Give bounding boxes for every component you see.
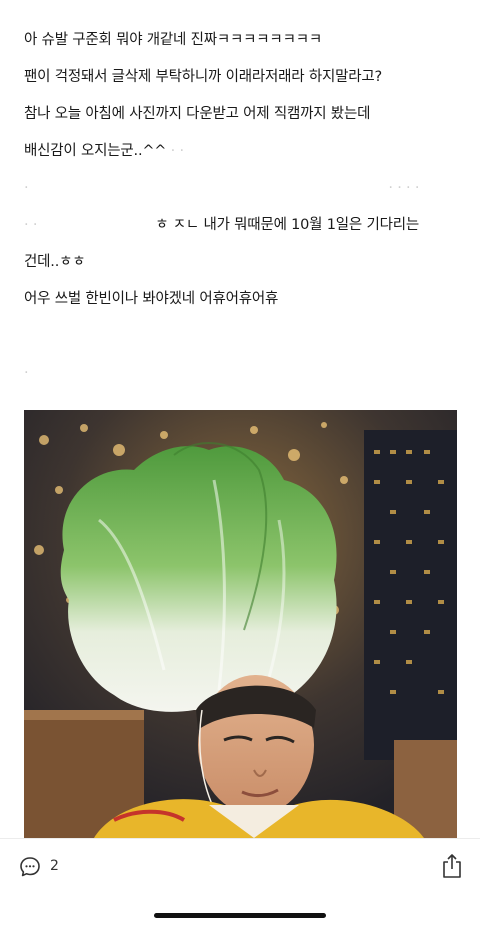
post-line-4-text: 배신감이 오지는군..^^ [24, 143, 167, 159]
post-line-2: 팬이 걱정돼서 글삭제 부탁하니까 이래라저래라 하지말라고? [24, 69, 383, 85]
post-line-8: 어우 쓰벌 한빈이나 봐야겠네 어휴어휴어휴 [24, 291, 279, 307]
redacted-text: · · · · [388, 180, 420, 196]
speech-bubble-icon[interactable] [18, 855, 42, 879]
comment-count: 2 [50, 858, 59, 874]
redacted-text: · [24, 180, 29, 196]
bottom-toolbar: 2 [0, 838, 480, 897]
post-line-5-redacted: · · · · · [24, 178, 464, 198]
post-line-9 [24, 326, 464, 346]
post-line-1: 아 슈발 구준회 뭐야 개같네 진짜ㅋㅋㅋㅋㅋㅋㅋㅋ [24, 32, 322, 48]
post-line-10-redacted: · [24, 363, 464, 383]
redacted-text: · · [24, 217, 38, 233]
post-line-7: 건데..ㅎㅎ [24, 254, 86, 270]
redacted-text: · [24, 365, 29, 381]
home-indicator[interactable] [154, 913, 326, 918]
post-photo[interactable] [24, 410, 457, 838]
redacted-text: · · [170, 143, 184, 159]
post-body: 아 슈발 구준회 뭐야 개같네 진짜ㅋㅋㅋㅋㅋㅋㅋㅋ 팬이 걱정돼서 글삭제 부… [24, 30, 464, 400]
post-line-4: 배신감이 오지는군..^^ · · [24, 141, 464, 161]
share-icon[interactable] [440, 853, 464, 879]
post-line-6: · · ㅎ ㅈㄴ 내가 뭐때문에 10월 1일은 기다리는 [24, 215, 464, 235]
post-line-3: 참나 오늘 아침에 사진까지 다운받고 어제 직캠까지 봤는데 [24, 106, 371, 122]
cabbage-hat-photo [24, 410, 457, 838]
post-line-6-text: ㅎ ㅈㄴ 내가 뭐때문에 10월 1일은 기다리는 [155, 217, 420, 233]
